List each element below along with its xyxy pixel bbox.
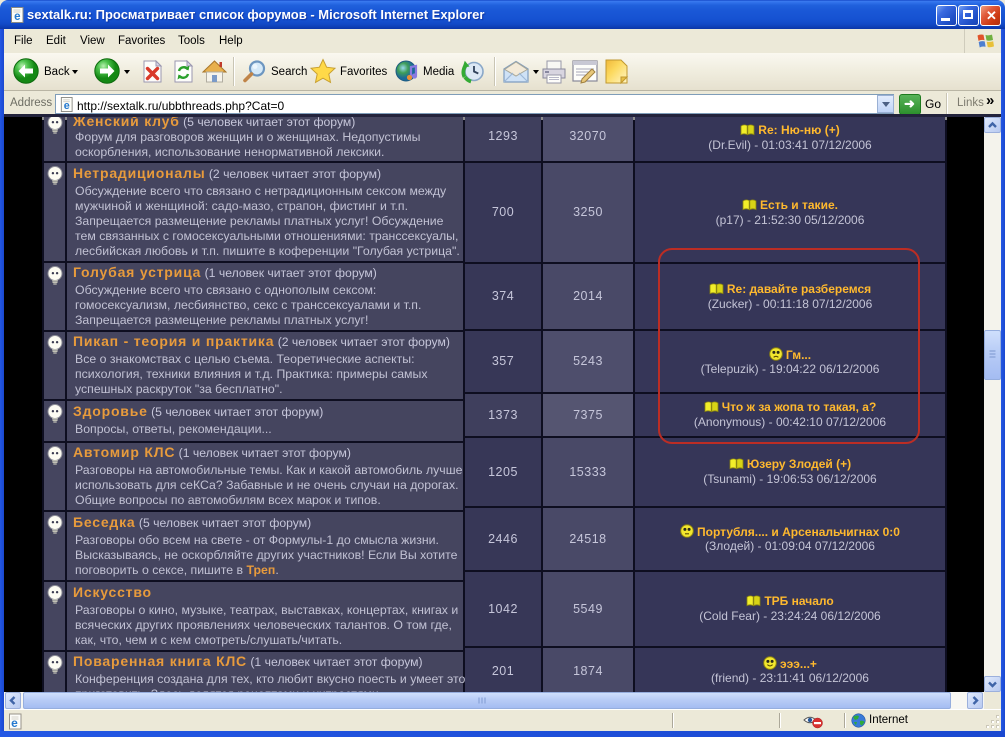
svg-text:e: e <box>14 11 20 23</box>
svg-text:e: e <box>64 100 70 112</box>
svg-text:e: e <box>11 716 18 730</box>
